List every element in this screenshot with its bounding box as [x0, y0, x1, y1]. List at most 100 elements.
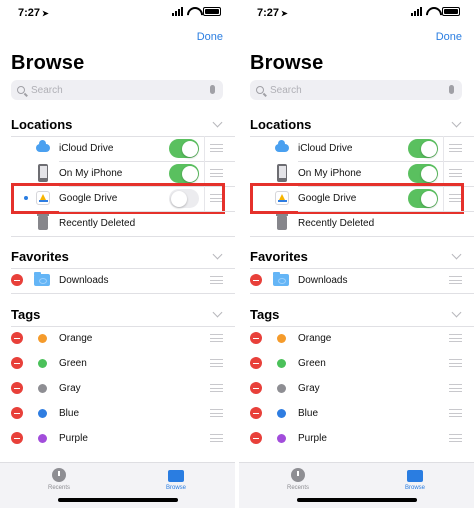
chevron-down-icon[interactable] — [212, 249, 223, 260]
downloads-folder-icon — [34, 272, 50, 286]
reorder-handle-icon[interactable] — [210, 384, 223, 392]
divider — [11, 293, 235, 294]
tag-row-blue[interactable]: Blue — [239, 401, 474, 426]
tag-row-orange[interactable]: Orange — [0, 326, 235, 351]
location-label: iCloud Drive — [59, 143, 114, 154]
tag-row-purple[interactable]: Purple — [0, 426, 235, 451]
search-input[interactable] — [31, 84, 181, 96]
tab-browse[interactable]: Browse — [385, 468, 445, 491]
reorder-handle-icon[interactable] — [449, 334, 462, 342]
tag-row-green[interactable]: Green — [239, 351, 474, 376]
reorder-handle-icon[interactable] — [449, 276, 462, 284]
tag-label: Gray — [298, 383, 320, 394]
iphone-icon — [38, 164, 48, 182]
remove-icon[interactable] — [250, 357, 262, 369]
tag-row-orange[interactable]: Orange — [239, 326, 474, 351]
done-button[interactable]: Done — [436, 31, 462, 43]
green-tag-dot-icon — [277, 359, 286, 368]
tag-row-purple[interactable]: Purple — [239, 426, 474, 451]
search-input[interactable] — [270, 84, 420, 96]
tags-header[interactable]: Tags — [250, 305, 462, 323]
reorder-handle-icon[interactable] — [210, 409, 223, 417]
favorite-row-downloads[interactable]: Downloads — [0, 268, 235, 293]
remove-icon[interactable] — [11, 274, 23, 286]
favorites-header[interactable]: Favorites — [250, 247, 462, 265]
location-label: On My iPhone — [298, 168, 362, 179]
reorder-handle-icon[interactable] — [210, 144, 223, 152]
reorder-handle-icon[interactable] — [449, 384, 462, 392]
icloud-toggle[interactable] — [169, 139, 199, 158]
divider — [443, 136, 444, 161]
home-indicator[interactable] — [57, 498, 178, 502]
reorder-handle-icon[interactable] — [210, 276, 223, 284]
chevron-down-icon[interactable] — [451, 307, 462, 318]
blue-tag-dot-icon — [277, 409, 286, 418]
tag-row-gray[interactable]: Gray — [239, 376, 474, 401]
battery-icon — [203, 7, 221, 16]
tab-label: Browse — [404, 485, 425, 491]
chevron-down-icon[interactable] — [451, 117, 462, 128]
tab-recents[interactable]: Recents — [29, 468, 89, 491]
reorder-handle-icon[interactable] — [449, 169, 462, 177]
downloads-folder-icon — [273, 272, 289, 286]
battery-icon — [442, 7, 460, 16]
remove-icon[interactable] — [11, 357, 23, 369]
location-row-recently-deleted[interactable]: Recently Deleted — [0, 211, 235, 236]
reorder-handle-icon[interactable] — [449, 144, 462, 152]
done-button[interactable]: Done — [197, 31, 223, 43]
location-row-icloud[interactable]: iCloud Drive — [0, 136, 235, 161]
signal-icon — [411, 7, 422, 16]
chevron-down-icon[interactable] — [451, 249, 462, 260]
iphone-icon — [277, 164, 287, 182]
favorite-label: Downloads — [298, 275, 348, 286]
location-row-icloud[interactable]: iCloud Drive — [239, 136, 474, 161]
gray-tag-dot-icon — [38, 384, 47, 393]
remove-icon[interactable] — [11, 432, 23, 444]
wifi-icon — [426, 7, 438, 16]
tag-row-blue[interactable]: Blue — [0, 401, 235, 426]
search-icon — [256, 86, 264, 94]
favorites-header[interactable]: Favorites — [11, 247, 223, 265]
tag-label: Purple — [298, 433, 327, 444]
reorder-handle-icon[interactable] — [449, 359, 462, 367]
remove-icon[interactable] — [250, 432, 262, 444]
tag-row-green[interactable]: Green — [0, 351, 235, 376]
locations-header[interactable]: Locations — [11, 115, 223, 133]
tag-label: Green — [59, 358, 87, 369]
microphone-icon[interactable] — [449, 85, 454, 94]
reorder-handle-icon[interactable] — [210, 434, 223, 442]
remove-icon[interactable] — [250, 274, 262, 286]
tab-recents[interactable]: Recents — [268, 468, 328, 491]
remove-icon[interactable] — [250, 407, 262, 419]
tags-header[interactable]: Tags — [11, 305, 223, 323]
favorite-label: Downloads — [59, 275, 109, 286]
reorder-handle-icon[interactable] — [210, 169, 223, 177]
remove-icon[interactable] — [250, 382, 262, 394]
home-indicator[interactable] — [296, 498, 417, 502]
microphone-icon[interactable] — [210, 85, 215, 94]
favorite-row-downloads[interactable]: Downloads — [239, 268, 474, 293]
locations-header[interactable]: Locations — [250, 115, 462, 133]
search-bar[interactable] — [250, 80, 462, 100]
tag-row-gray[interactable]: Gray — [0, 376, 235, 401]
remove-icon[interactable] — [11, 382, 23, 394]
clock-icon — [52, 468, 66, 482]
search-bar[interactable] — [11, 80, 223, 100]
reorder-handle-icon[interactable] — [210, 359, 223, 367]
on-my-iphone-toggle[interactable] — [408, 164, 438, 183]
reorder-handle-icon[interactable] — [449, 434, 462, 442]
tab-browse[interactable]: Browse — [146, 468, 206, 491]
reorder-handle-icon[interactable] — [210, 334, 223, 342]
remove-icon[interactable] — [11, 332, 23, 344]
icloud-toggle[interactable] — [408, 139, 438, 158]
reorder-handle-icon[interactable] — [449, 409, 462, 417]
location-row-recently-deleted[interactable]: Recently Deleted — [239, 211, 474, 236]
trash-icon — [37, 214, 49, 230]
chevron-down-icon[interactable] — [212, 117, 223, 128]
chevron-down-icon[interactable] — [212, 307, 223, 318]
remove-icon[interactable] — [250, 332, 262, 344]
remove-icon[interactable] — [11, 407, 23, 419]
page-title: Browse — [250, 52, 324, 74]
on-my-iphone-toggle[interactable] — [169, 164, 199, 183]
page-title: Browse — [11, 52, 85, 74]
